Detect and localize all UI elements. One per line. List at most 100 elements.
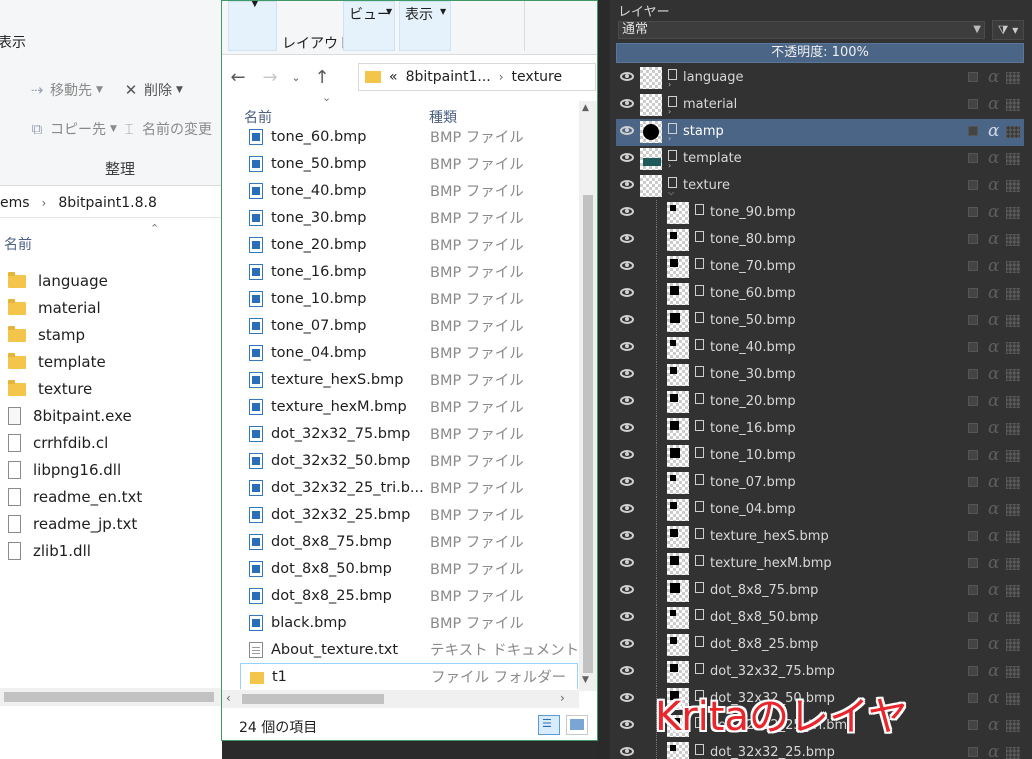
scroll-left-arrow-icon[interactable]: ‹ (226, 691, 231, 705)
lock-icon[interactable] (968, 180, 978, 190)
layer-row[interactable]: tone_60.bmp α (616, 281, 1024, 308)
table-row[interactable]: texture_hexM.bmp BMP ファイル (240, 393, 578, 420)
copy-to-button[interactable]: ⧉ コピー先 ▼ (28, 119, 117, 139)
list-item[interactable]: material (0, 294, 222, 321)
lock-icon[interactable] (968, 639, 978, 649)
alpha-lock-icon[interactable]: α (988, 175, 999, 195)
layer-row[interactable]: tone_80.bmp α (616, 227, 1024, 254)
lock-icon[interactable] (968, 477, 978, 487)
list-item[interactable]: readme_en.txt (0, 483, 222, 510)
inherit-alpha-icon[interactable] (1006, 693, 1020, 705)
large-icons-view-button[interactable] (566, 715, 588, 735)
scrollbar-thumb[interactable] (4, 692, 214, 702)
lock-icon[interactable] (968, 261, 978, 271)
lock-icon[interactable] (968, 585, 978, 595)
alpha-lock-icon[interactable]: α (988, 310, 999, 330)
inherit-alpha-icon[interactable] (1006, 99, 1020, 111)
visibility-eye-icon[interactable] (620, 369, 634, 378)
lock-icon[interactable] (968, 450, 978, 460)
layer-row[interactable]: dot_8x8_25.bmp α (616, 632, 1024, 659)
alpha-lock-icon[interactable]: α (988, 553, 999, 573)
breadcrumb-current[interactable]: texture (512, 69, 563, 85)
table-row[interactable]: dot_32x32_75.bmp BMP ファイル (240, 420, 578, 447)
table-row[interactable]: black.bmp BMP ファイル (240, 609, 578, 636)
table-row[interactable]: tone_30.bmp BMP ファイル (240, 204, 578, 231)
inherit-alpha-icon[interactable] (1006, 72, 1020, 84)
inherit-alpha-icon[interactable] (1006, 504, 1020, 516)
lock-icon[interactable] (968, 72, 978, 82)
scroll-right-arrow-icon[interactable]: › (560, 691, 565, 705)
lock-icon[interactable] (968, 153, 978, 163)
layer-row[interactable]: tone_50.bmp α (616, 308, 1024, 335)
inherit-alpha-icon[interactable] (1006, 477, 1020, 489)
inherit-alpha-icon[interactable] (1006, 315, 1020, 327)
alpha-lock-icon[interactable]: α (988, 472, 999, 492)
table-row[interactable]: dot_8x8_50.bmp BMP ファイル (240, 555, 578, 582)
inherit-alpha-icon[interactable] (1006, 153, 1020, 165)
visibility-eye-icon[interactable] (620, 558, 634, 567)
address-bar[interactable]: ems › 8bitpaint1.8.8 (0, 188, 222, 218)
lock-icon[interactable] (968, 369, 978, 379)
table-row[interactable]: t1 ファイル フォルダー (240, 663, 578, 689)
layer-row[interactable]: dot_32x32_75.bmp α (616, 659, 1024, 686)
layer-row[interactable]: tone_90.bmp α (616, 200, 1024, 227)
inherit-alpha-icon[interactable] (1006, 180, 1020, 192)
alpha-lock-icon[interactable]: α (988, 202, 999, 222)
layer-row[interactable]: › template α (616, 146, 1024, 173)
breadcrumb-parent[interactable]: ems (0, 195, 30, 211)
rename-button[interactable]: ⌶ 名前の変更 (120, 119, 212, 139)
lock-icon[interactable] (968, 693, 978, 703)
collapse-chevron-icon[interactable]: › (668, 161, 671, 170)
alpha-lock-icon[interactable]: α (988, 499, 999, 519)
move-to-button[interactable]: ⇢ 移動先 ▼ (28, 80, 103, 100)
visibility-eye-icon[interactable] (620, 396, 634, 405)
lock-icon[interactable] (968, 720, 978, 730)
alpha-lock-icon[interactable]: α (988, 445, 999, 465)
alpha-lock-icon[interactable]: α (988, 688, 999, 708)
ribbon-dropdown-button[interactable]: ▼ (228, 1, 277, 51)
visibility-eye-icon[interactable] (620, 666, 634, 675)
collapse-chevron-icon[interactable]: › (668, 134, 671, 143)
table-row[interactable]: tone_40.bmp BMP ファイル (240, 177, 578, 204)
forward-arrow-icon[interactable]: → (254, 67, 286, 88)
visibility-eye-icon[interactable] (620, 99, 634, 108)
breadcrumb-overflow[interactable]: « (389, 69, 398, 85)
visibility-eye-icon[interactable] (620, 639, 634, 648)
visibility-eye-icon[interactable] (620, 234, 634, 243)
collapse-chevron-icon[interactable]: › (668, 107, 671, 116)
visibility-eye-icon[interactable] (620, 585, 634, 594)
breadcrumb-current[interactable]: 8bitpaint1.8.8 (58, 195, 157, 211)
visibility-eye-icon[interactable] (620, 747, 634, 756)
layer-row[interactable]: tone_16.bmp α (616, 416, 1024, 443)
docker-splitter[interactable] (598, 0, 610, 759)
breadcrumb-parent[interactable]: 8bitpaint1... (406, 69, 491, 85)
alpha-lock-icon[interactable]: α (988, 580, 999, 600)
alpha-lock-icon[interactable]: α (988, 742, 999, 759)
column-header-name[interactable]: 名前 (4, 234, 32, 254)
lock-icon[interactable] (968, 396, 978, 406)
visibility-eye-icon[interactable] (620, 612, 634, 621)
alpha-lock-icon[interactable]: α (988, 418, 999, 438)
visibility-eye-icon[interactable] (620, 207, 634, 216)
inherit-alpha-icon[interactable] (1006, 234, 1020, 246)
scroll-up-arrow-icon[interactable]: ▲ (582, 103, 589, 113)
inherit-alpha-icon[interactable] (1006, 342, 1020, 354)
layer-row[interactable]: tone_70.bmp α (616, 254, 1024, 281)
list-item[interactable]: texture (0, 375, 222, 402)
scroll-down-arrow-icon[interactable]: ▼ (582, 675, 589, 685)
lock-icon[interactable] (968, 342, 978, 352)
visibility-eye-icon[interactable] (620, 531, 634, 540)
lock-icon[interactable] (968, 504, 978, 514)
inherit-alpha-icon[interactable] (1006, 612, 1020, 624)
vertical-scrollbar[interactable]: ▲ ▼ (579, 101, 597, 691)
inherit-alpha-icon[interactable] (1006, 666, 1020, 678)
alpha-lock-icon[interactable]: α (988, 283, 999, 303)
list-item[interactable]: language (0, 267, 222, 294)
layer-row[interactable]: tone_07.bmp α (616, 470, 1024, 497)
visibility-eye-icon[interactable] (620, 342, 634, 351)
table-row[interactable]: tone_07.bmp BMP ファイル (240, 312, 578, 339)
layer-row[interactable]: › stamp α (616, 119, 1024, 146)
layer-row[interactable]: texture_hexS.bmp α (616, 524, 1024, 551)
visibility-eye-icon[interactable] (620, 693, 634, 702)
layer-row[interactable]: dot_32x32_25.bmp α (616, 740, 1024, 759)
